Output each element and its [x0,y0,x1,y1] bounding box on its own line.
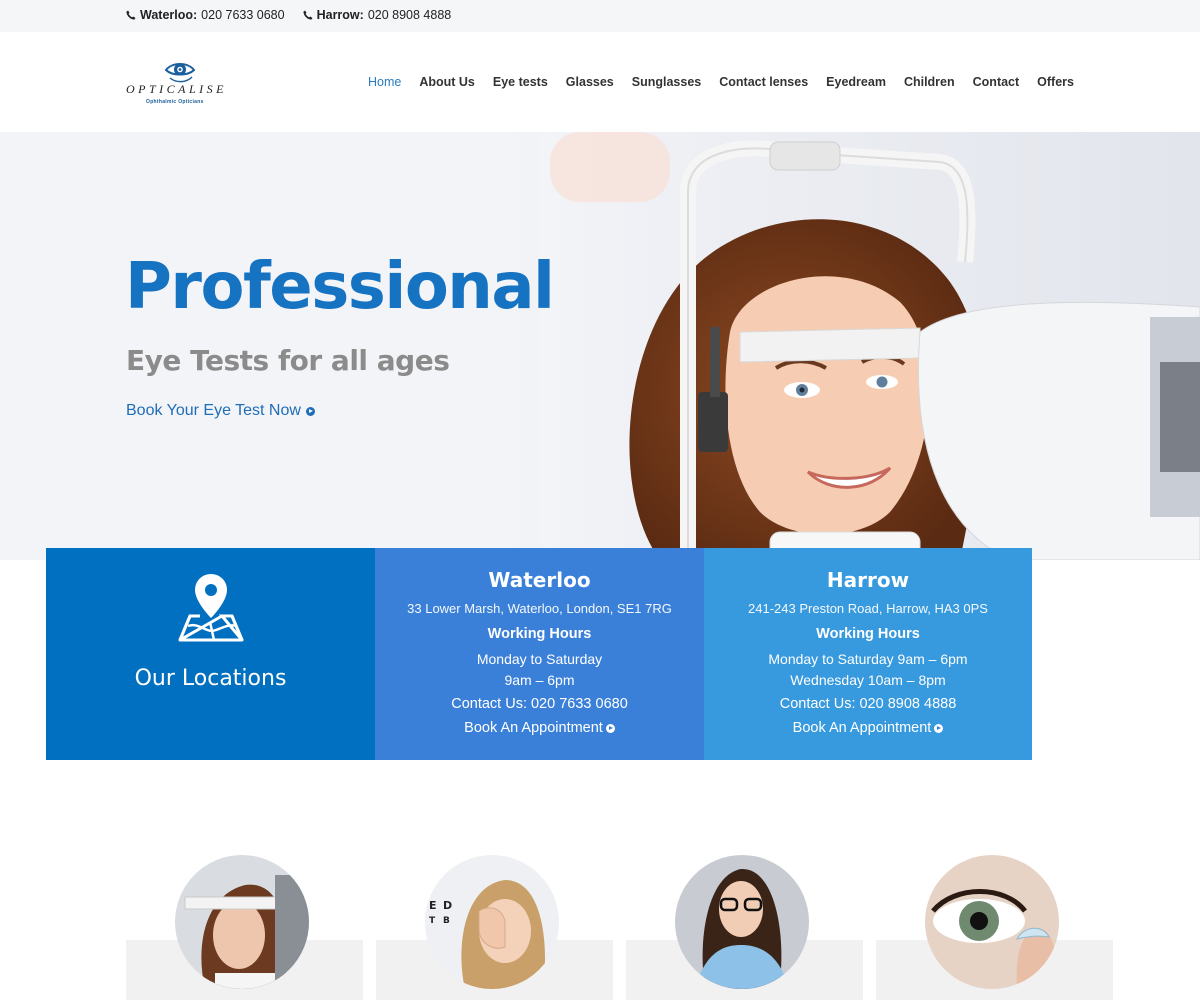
waterloo-hours-title: Working Hours [487,626,592,642]
main-nav: Home About Us Eye tests Glasses Sunglass… [368,75,1074,89]
waterloo-contact[interactable]: Contact Us: 020 7633 0680 [375,696,704,712]
svg-text:T: T [429,916,436,926]
service-card-eye-tests[interactable] [126,855,363,1000]
phone-list: Waterloo: 020 7633 0680 Harrow: 020 8908… [126,8,451,22]
phone-harrow[interactable]: Harrow: 020 8908 4888 [302,8,451,22]
top-bar: Waterloo: 020 7633 0680 Harrow: 020 8908… [0,0,1200,32]
arrow-circle-icon [605,723,615,733]
contact-lens-photo [925,855,1059,989]
nav-eyedream[interactable]: Eyedream [826,75,886,89]
logo[interactable]: OPTICALISE Ophthalmic Opticians [126,58,238,110]
harrow-book-appointment-link[interactable]: Book An Appointment [793,720,944,736]
nav-eye-tests[interactable]: Eye tests [493,75,548,89]
nav-about-us[interactable]: About Us [419,75,475,89]
service-card-glasses[interactable] [626,855,863,1000]
nav-contact-lenses[interactable]: Contact lenses [719,75,808,89]
waterloo-address: 33 Lower Marsh, Waterloo, London, SE1 7R… [407,601,672,616]
harrow-name: Harrow [826,568,910,592]
arrow-circle-icon [934,723,944,733]
harrow-address: 241-243 Preston Road, Harrow, HA3 0PS [748,601,988,616]
book-eye-test-label: Book Your Eye Test Now [126,402,301,419]
map-pin-icon [178,574,244,642]
phone-waterloo[interactable]: Waterloo: 020 7633 0680 [126,8,285,22]
woman-glasses-photo [675,855,809,989]
site-header: OPTICALISE Ophthalmic Opticians Home Abo… [0,32,1200,132]
hero-subtitle: Eye Tests for all ages [126,344,450,377]
phone-icon [302,10,313,20]
hero-title: Professional [125,250,555,324]
waterloo-hours: Monday to Saturday 9am – 6pm [476,651,603,688]
harrow-contact[interactable]: Contact Us: 020 8908 4888 [704,696,1032,712]
hero-banner: Professional Eye Tests for all ages Book… [0,132,1200,560]
locations-panel: Our Locations Waterloo 33 Lower Marsh, W… [46,548,1032,760]
harrow-hours-title: Working Hours [816,626,920,642]
service-card-contact-lenses[interactable] [876,855,1113,1000]
waterloo-name: Waterloo [488,568,591,592]
svg-text:E: E [429,899,437,912]
harrow-hours: Monday to Saturday 9am – 6pm Wednesday 1… [768,651,968,688]
svg-text:B: B [443,916,450,926]
hero-eye-exam-image [540,132,1200,560]
eye-logo-icon [164,63,196,83]
eye-test-photo [175,855,309,989]
our-locations-title: Our Locations [134,666,287,691]
nav-home[interactable]: Home [368,75,401,89]
nav-children[interactable]: Children [904,75,955,89]
logo-subtext: Ophthalmic Opticians [146,99,204,105]
svg-text:D: D [443,899,452,912]
nav-sunglasses[interactable]: Sunglasses [632,75,701,89]
arrow-circle-icon [305,406,315,416]
waterloo-card: Waterloo 33 Lower Marsh, Waterloo, Londo… [375,548,704,760]
nav-contact[interactable]: Contact [973,75,1020,89]
service-card-children[interactable]: E D T B [376,855,613,1000]
logo-text: OPTICALISE [126,82,227,96]
our-locations-card: Our Locations [46,548,375,760]
services-row: E D T B [126,855,1114,1000]
harrow-card: Harrow 241-243 Preston Road, Harrow, HA3… [704,548,1032,760]
nav-offers[interactable]: Offers [1037,75,1074,89]
book-eye-test-link[interactable]: Book Your Eye Test Now [126,402,315,420]
child-eye-test-photo: E D T B [425,855,559,989]
waterloo-book-appointment-link[interactable]: Book An Appointment [464,720,615,736]
phone-icon [126,10,136,20]
nav-glasses[interactable]: Glasses [566,75,614,89]
